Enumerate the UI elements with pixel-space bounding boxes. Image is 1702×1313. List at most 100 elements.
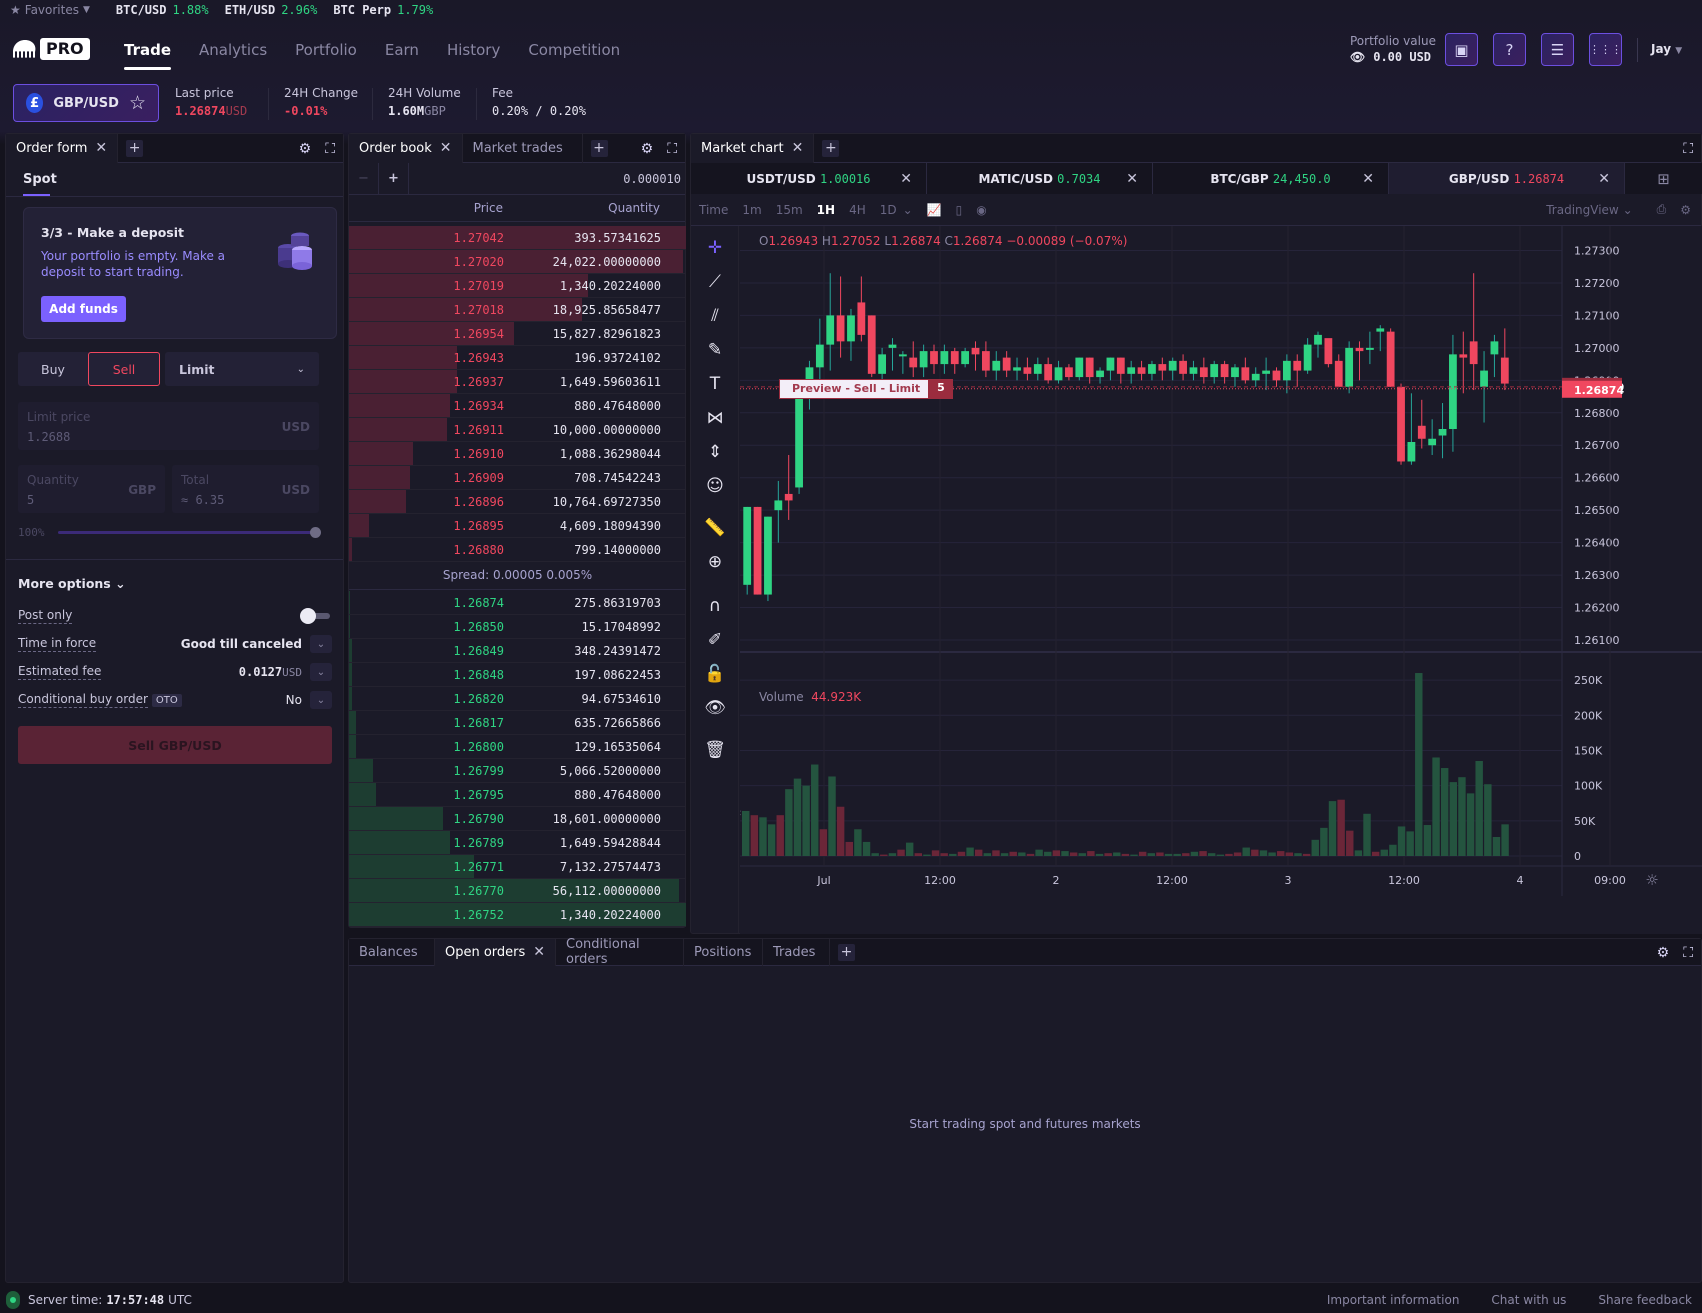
close-icon[interactable]: ✕ <box>1598 171 1610 187</box>
order-type-select[interactable]: Limit ⌄ <box>165 352 319 386</box>
ask-row[interactable]: 1.26934 880.47648000 <box>349 394 686 418</box>
bid-row[interactable]: 1.26800 129.16535064 <box>349 735 686 759</box>
nav-competition[interactable]: Competition <box>514 28 634 72</box>
bid-row[interactable]: 1.26799 5,066.52000000 <box>349 759 686 783</box>
post-only-toggle[interactable] <box>300 608 330 624</box>
tab-positions[interactable]: Positions <box>684 938 764 966</box>
close-icon[interactable]: ✕ <box>95 140 107 156</box>
interval-4h[interactable]: 4H <box>849 203 866 217</box>
pattern-icon[interactable]: ⋈ <box>703 406 727 430</box>
increase-grouping-button[interactable]: + <box>379 163 409 194</box>
indicators-icon[interactable]: 📈 <box>927 203 942 217</box>
magnet-icon[interactable]: ∩ <box>703 594 727 618</box>
ask-row[interactable]: 1.27042 393.57341625 <box>349 226 686 250</box>
close-icon[interactable]: ✕ <box>792 140 804 156</box>
wallet-button[interactable]: ▣ <box>1445 33 1478 66</box>
zoom-in-icon[interactable]: ⊕ <box>703 550 727 574</box>
add-tab-button[interactable]: + <box>838 943 856 961</box>
feedback-link[interactable]: Share feedback <box>1598 1293 1692 1307</box>
interval-1d[interactable]: 1D <box>880 203 897 217</box>
fee-dropdown[interactable]: ⌄ <box>310 663 332 681</box>
bid-row[interactable]: 1.26752 1,340.20224000 <box>349 903 686 927</box>
bid-row[interactable]: 1.26848 197.08622453 <box>349 663 686 687</box>
fib-icon[interactable]: ⫽ <box>703 304 727 328</box>
chart-pair-tab[interactable]: MATIC/USD 0.7034 ✕ <box>927 163 1153 194</box>
fullscreen-icon[interactable]: ⛶ <box>667 141 677 157</box>
eye-icon[interactable]: ◉ <box>976 203 986 217</box>
settings-button[interactable]: ☰ <box>1541 33 1574 66</box>
ask-row[interactable]: 1.26896 10,764.69727350 <box>349 490 686 514</box>
tab-order-form[interactable]: Order form ✕ <box>6 133 119 163</box>
candle-type-icon[interactable]: ▯ <box>956 203 963 217</box>
bid-row[interactable]: 1.26770 56,112.00000000 <box>349 879 686 903</box>
tab-market-chart[interactable]: Market chart ✕ <box>691 133 815 163</box>
nav-earn[interactable]: Earn <box>371 28 433 72</box>
apps-button[interactable]: ⋮⋮⋮ <box>1589 33 1622 66</box>
pair-selector[interactable]: £ GBP/USD ☆ <box>13 84 159 122</box>
nav-portfolio[interactable]: Portfolio <box>281 28 371 72</box>
ticker-item[interactable]: ETH/USD 2.96% <box>225 3 318 17</box>
quantity-input[interactable]: Quantity 5 GBP <box>18 465 165 513</box>
ask-row[interactable]: 1.26937 1,649.59603611 <box>349 370 686 394</box>
ticker-item[interactable]: BTC Perp 1.79% <box>333 3 433 17</box>
ask-row[interactable]: 1.26909 708.74542243 <box>349 466 686 490</box>
buy-button[interactable]: Buy <box>18 362 88 377</box>
important-info-link[interactable]: Important information <box>1327 1293 1460 1307</box>
add-tab-button[interactable]: + <box>822 139 840 157</box>
time-in-force-dropdown[interactable]: ⌄ <box>310 635 332 653</box>
ask-row[interactable]: 1.27019 1,340.20224000 <box>349 274 686 298</box>
amount-slider[interactable] <box>58 527 321 538</box>
gear-icon[interactable]: ⚙ <box>299 141 312 157</box>
tab-market-trades[interactable]: Market trades <box>463 133 583 163</box>
emoji-icon[interactable]: ☺ <box>703 474 727 498</box>
eye-icon[interactable]: 👁 <box>703 696 727 720</box>
nav-analytics[interactable]: Analytics <box>185 28 281 72</box>
favorite-star-icon[interactable]: ☆ <box>129 92 146 114</box>
chart-pair-tab-active[interactable]: GBP/USD 1.26874 ✕ <box>1389 163 1625 194</box>
close-icon[interactable]: ✕ <box>440 140 452 156</box>
order-preview-label[interactable]: Preview - Sell - Limit 5 <box>779 378 953 399</box>
camera-icon[interactable]: ⎙ <box>1657 202 1667 217</box>
eye-icon[interactable]: 👁 <box>1350 50 1365 64</box>
fullscreen-icon[interactable]: ⛶ <box>1683 945 1693 961</box>
interval-dropdown-icon[interactable]: ⌄ <box>903 203 913 217</box>
crosshair-icon[interactable]: ✛ <box>703 236 727 260</box>
sell-button[interactable]: Sell <box>88 352 160 386</box>
add-tab-button[interactable]: + <box>126 139 144 157</box>
bid-row[interactable]: 1.26820 94.67534610 <box>349 687 686 711</box>
ruler-icon[interactable]: 📏 <box>703 516 727 540</box>
close-icon[interactable]: ✕ <box>533 944 545 960</box>
nav-trade[interactable]: Trade <box>110 28 185 72</box>
favorites-dropdown[interactable]: ★ Favorites ▼ <box>10 3 90 17</box>
brush-icon[interactable]: ✎ <box>703 338 727 362</box>
bid-row[interactable]: 1.26771 7,132.27574473 <box>349 855 686 879</box>
measure-range-icon[interactable]: ⇕ <box>703 440 727 464</box>
close-icon[interactable]: ✕ <box>1362 171 1374 187</box>
ask-row[interactable]: 1.26954 15,827.82961823 <box>349 322 686 346</box>
nav-history[interactable]: History <box>433 28 514 72</box>
ask-row[interactable]: 1.26911 10,000.00000000 <box>349 418 686 442</box>
fullscreen-icon[interactable]: ⛶ <box>1683 141 1693 157</box>
bid-row[interactable]: 1.26817 635.72665866 <box>349 711 686 735</box>
tab-order-book[interactable]: Order book ✕ <box>349 133 463 163</box>
layout-grid-button[interactable]: ⊞ <box>1625 163 1702 194</box>
tab-open-orders[interactable]: Open orders ✕ <box>435 938 557 966</box>
tab-trades[interactable]: Trades <box>763 938 831 966</box>
ask-row[interactable]: 1.26910 1,088.36298044 <box>349 442 686 466</box>
tab-spot[interactable]: Spot <box>6 163 343 197</box>
ask-row[interactable]: 1.26880 799.14000000 <box>349 538 686 562</box>
chat-link[interactable]: Chat with us <box>1491 1293 1566 1307</box>
chart-settings-icon[interactable]: ☼ <box>1645 871 1658 889</box>
text-icon[interactable]: T <box>703 372 727 396</box>
limit-price-input[interactable]: Limit price 1.2688 USD <box>18 402 319 450</box>
conditional-dropdown[interactable]: ⌄ <box>310 691 332 709</box>
kraken-pro-logo[interactable]: PRO <box>12 38 90 60</box>
ticker-item[interactable]: BTC/USD 1.88% <box>116 3 209 17</box>
slider-handle[interactable] <box>310 527 321 538</box>
bid-row[interactable]: 1.26874 275.86319703 <box>349 591 686 615</box>
ask-row[interactable]: 1.27020 24,022.00000000 <box>349 250 686 274</box>
trash-icon[interactable]: 🗑 <box>703 738 727 762</box>
decrease-grouping-button[interactable]: − <box>349 163 379 194</box>
scroll-left-icon[interactable]: ‹ <box>740 806 741 819</box>
candlestick-chart[interactable]: 1.273001.272001.271001.270001.269001.268… <box>740 226 1702 934</box>
